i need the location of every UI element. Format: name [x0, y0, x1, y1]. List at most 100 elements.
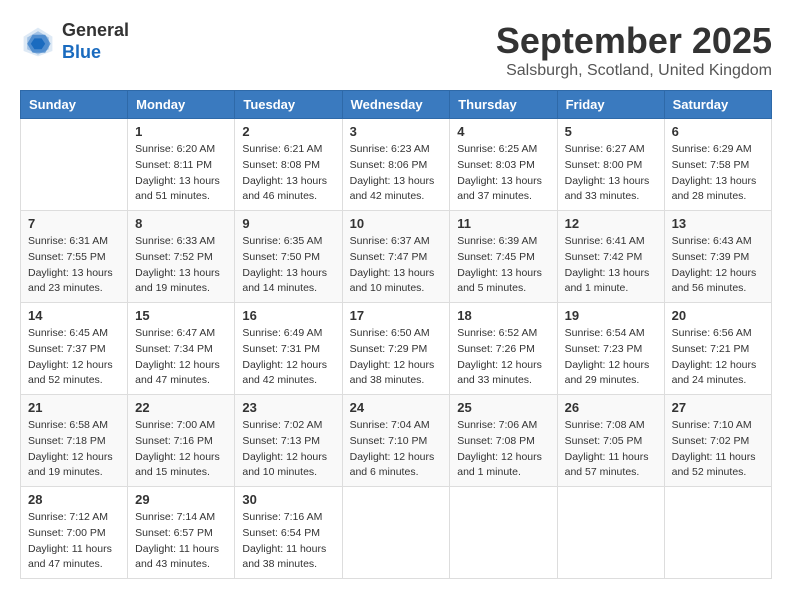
calendar-week-row: 21 Sunrise: 6:58 AMSunset: 7:18 PMDayligh…	[21, 395, 772, 487]
calendar-cell: 2 Sunrise: 6:21 AMSunset: 8:08 PMDaylight…	[235, 119, 342, 211]
day-number: 11	[457, 216, 549, 231]
day-info: Sunrise: 7:10 AMSunset: 7:02 PMDaylight:…	[672, 418, 764, 481]
day-info: Sunrise: 6:39 AMSunset: 7:45 PMDaylight:…	[457, 234, 549, 297]
day-info: Sunrise: 6:25 AMSunset: 8:03 PMDaylight:…	[457, 142, 549, 205]
weekday-header: Saturday	[664, 91, 771, 119]
day-info: Sunrise: 6:35 AMSunset: 7:50 PMDaylight:…	[242, 234, 334, 297]
day-info: Sunrise: 6:50 AMSunset: 7:29 PMDaylight:…	[350, 326, 443, 389]
day-number: 19	[565, 308, 657, 323]
day-number: 17	[350, 308, 443, 323]
day-number: 21	[28, 400, 120, 415]
weekday-header: Wednesday	[342, 91, 450, 119]
day-info: Sunrise: 7:00 AMSunset: 7:16 PMDaylight:…	[135, 418, 227, 481]
logo-text: General Blue	[62, 20, 129, 63]
calendar-cell: 9 Sunrise: 6:35 AMSunset: 7:50 PMDaylight…	[235, 211, 342, 303]
logo-icon	[20, 24, 56, 60]
month-title: September 2025	[496, 20, 772, 62]
day-info: Sunrise: 6:23 AMSunset: 8:06 PMDaylight:…	[350, 142, 443, 205]
day-info: Sunrise: 6:52 AMSunset: 7:26 PMDaylight:…	[457, 326, 549, 389]
day-info: Sunrise: 6:54 AMSunset: 7:23 PMDaylight:…	[565, 326, 657, 389]
day-number: 20	[672, 308, 764, 323]
day-number: 9	[242, 216, 334, 231]
day-number: 8	[135, 216, 227, 231]
calendar-cell: 24 Sunrise: 7:04 AMSunset: 7:10 PMDayligh…	[342, 395, 450, 487]
calendar-cell	[21, 119, 128, 211]
day-info: Sunrise: 7:04 AMSunset: 7:10 PMDaylight:…	[350, 418, 443, 481]
day-info: Sunrise: 6:31 AMSunset: 7:55 PMDaylight:…	[28, 234, 120, 297]
day-number: 15	[135, 308, 227, 323]
day-number: 24	[350, 400, 443, 415]
day-number: 22	[135, 400, 227, 415]
day-info: Sunrise: 6:43 AMSunset: 7:39 PMDaylight:…	[672, 234, 764, 297]
weekday-header: Sunday	[21, 91, 128, 119]
calendar-header-row: SundayMondayTuesdayWednesdayThursdayFrid…	[21, 91, 772, 119]
day-number: 25	[457, 400, 549, 415]
day-info: Sunrise: 7:08 AMSunset: 7:05 PMDaylight:…	[565, 418, 657, 481]
weekday-header: Monday	[128, 91, 235, 119]
weekday-header: Friday	[557, 91, 664, 119]
logo: General Blue	[20, 20, 129, 63]
calendar-cell: 25 Sunrise: 7:06 AMSunset: 7:08 PMDayligh…	[450, 395, 557, 487]
calendar-cell: 29 Sunrise: 7:14 AMSunset: 6:57 PMDayligh…	[128, 487, 235, 579]
day-info: Sunrise: 7:06 AMSunset: 7:08 PMDaylight:…	[457, 418, 549, 481]
calendar-cell: 14Sunrise: 6:45 AMSunset: 7:37 PMDayligh…	[21, 303, 128, 395]
day-number: 2	[242, 124, 334, 139]
day-number: 30	[242, 492, 334, 507]
calendar-cell: 10Sunrise: 6:37 AMSunset: 7:47 PMDayligh…	[342, 211, 450, 303]
day-number: 10	[350, 216, 443, 231]
day-info: Sunrise: 6:49 AMSunset: 7:31 PMDaylight:…	[242, 326, 334, 389]
calendar-cell: 15 Sunrise: 6:47 AMSunset: 7:34 PMDayligh…	[128, 303, 235, 395]
day-info: Sunrise: 6:20 AMSunset: 8:11 PMDaylight:…	[135, 142, 227, 205]
calendar-cell: 6Sunrise: 6:29 AMSunset: 7:58 PMDaylight…	[664, 119, 771, 211]
day-number: 28	[28, 492, 120, 507]
calendar-cell	[450, 487, 557, 579]
calendar-cell: 26 Sunrise: 7:08 AMSunset: 7:05 PMDayligh…	[557, 395, 664, 487]
location: Salsburgh, Scotland, United Kingdom	[496, 62, 772, 80]
day-number: 18	[457, 308, 549, 323]
calendar-cell: 8 Sunrise: 6:33 AMSunset: 7:52 PMDaylight…	[128, 211, 235, 303]
day-info: Sunrise: 6:47 AMSunset: 7:34 PMDaylight:…	[135, 326, 227, 389]
day-info: Sunrise: 6:27 AMSunset: 8:00 PMDaylight:…	[565, 142, 657, 205]
day-number: 5	[565, 124, 657, 139]
calendar-week-row: 7 Sunrise: 6:31 AMSunset: 7:55 PMDaylight…	[21, 211, 772, 303]
calendar-cell: 22 Sunrise: 7:00 AMSunset: 7:16 PMDayligh…	[128, 395, 235, 487]
day-number: 6	[672, 124, 764, 139]
day-info: Sunrise: 7:16 AMSunset: 6:54 PMDaylight:…	[242, 510, 334, 573]
weekday-header: Thursday	[450, 91, 557, 119]
title-block: September 2025 Salsburgh, Scotland, Unit…	[496, 20, 772, 80]
day-number: 13	[672, 216, 764, 231]
day-info: Sunrise: 7:14 AMSunset: 6:57 PMDaylight:…	[135, 510, 227, 573]
calendar-cell: 1 Sunrise: 6:20 AMSunset: 8:11 PMDaylight…	[128, 119, 235, 211]
calendar-cell: 23Sunrise: 7:02 AMSunset: 7:13 PMDayligh…	[235, 395, 342, 487]
day-info: Sunrise: 7:02 AMSunset: 7:13 PMDaylight:…	[242, 418, 334, 481]
calendar-cell: 27Sunrise: 7:10 AMSunset: 7:02 PMDayligh…	[664, 395, 771, 487]
calendar-cell: 3 Sunrise: 6:23 AMSunset: 8:06 PMDaylight…	[342, 119, 450, 211]
day-info: Sunrise: 6:33 AMSunset: 7:52 PMDaylight:…	[135, 234, 227, 297]
day-number: 4	[457, 124, 549, 139]
calendar-cell: 5 Sunrise: 6:27 AMSunset: 8:00 PMDaylight…	[557, 119, 664, 211]
calendar-cell	[664, 487, 771, 579]
day-number: 26	[565, 400, 657, 415]
page-header: General Blue September 2025 Salsburgh, S…	[20, 20, 772, 80]
calendar-cell: 17 Sunrise: 6:50 AMSunset: 7:29 PMDayligh…	[342, 303, 450, 395]
calendar-cell	[557, 487, 664, 579]
calendar-cell: 7 Sunrise: 6:31 AMSunset: 7:55 PMDaylight…	[21, 211, 128, 303]
day-number: 29	[135, 492, 227, 507]
day-info: Sunrise: 6:56 AMSunset: 7:21 PMDaylight:…	[672, 326, 764, 389]
calendar-cell: 28 Sunrise: 7:12 AMSunset: 7:00 PMDayligh…	[21, 487, 128, 579]
calendar-cell: 13 Sunrise: 6:43 AMSunset: 7:39 PMDayligh…	[664, 211, 771, 303]
calendar-week-row: 28 Sunrise: 7:12 AMSunset: 7:00 PMDayligh…	[21, 487, 772, 579]
day-info: Sunrise: 7:12 AMSunset: 7:00 PMDaylight:…	[28, 510, 120, 573]
day-number: 1	[135, 124, 227, 139]
day-number: 3	[350, 124, 443, 139]
weekday-header: Tuesday	[235, 91, 342, 119]
day-info: Sunrise: 6:41 AMSunset: 7:42 PMDaylight:…	[565, 234, 657, 297]
day-info: Sunrise: 6:21 AMSunset: 8:08 PMDaylight:…	[242, 142, 334, 205]
calendar-cell: 12 Sunrise: 6:41 AMSunset: 7:42 PMDayligh…	[557, 211, 664, 303]
day-number: 7	[28, 216, 120, 231]
calendar-cell: 19 Sunrise: 6:54 AMSunset: 7:23 PMDayligh…	[557, 303, 664, 395]
day-number: 12	[565, 216, 657, 231]
calendar-cell	[342, 487, 450, 579]
calendar-cell: 18 Sunrise: 6:52 AMSunset: 7:26 PMDayligh…	[450, 303, 557, 395]
day-info: Sunrise: 6:58 AMSunset: 7:18 PMDaylight:…	[28, 418, 120, 481]
